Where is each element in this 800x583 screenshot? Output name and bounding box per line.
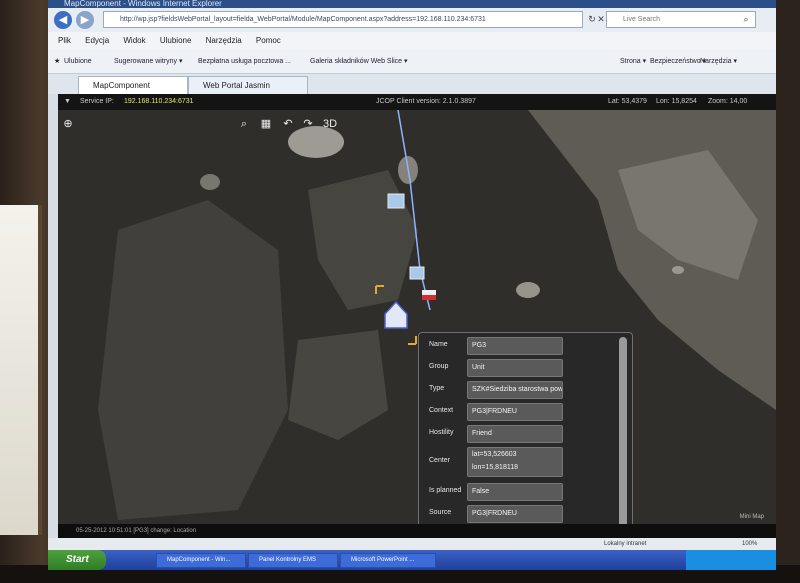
back-button[interactable]: ◀ xyxy=(54,11,72,29)
map-application: ▼ Service IP: 192.168.110.234:6731 JCOP … xyxy=(58,94,776,524)
tab-bar: MapComponent Web Portal Jasmin xyxy=(48,74,776,94)
app-header: ▼ Service IP: 192.168.110.234:6731 JCOP … xyxy=(58,94,776,110)
context-value[interactable]: PG3|FRDNEU xyxy=(467,403,563,421)
lon-readout: Lon: 15,8254 xyxy=(656,98,697,105)
tab-mapcomponent[interactable]: MapComponent xyxy=(78,76,188,94)
group-value[interactable]: Unit xyxy=(467,359,563,377)
is-planned-value[interactable]: False xyxy=(467,483,563,501)
zoom-level[interactable]: 100% xyxy=(742,538,757,550)
task-panel-ems[interactable]: Panel Kontrolny EMS xyxy=(248,553,338,568)
info-row-name: Name PG3 xyxy=(419,337,619,357)
favorites-star-icon[interactable]: ★ xyxy=(54,50,60,74)
favorites-bar: ★ Ulubione Sugerowane witryny ▾ Bezpłatn… xyxy=(48,50,776,74)
client-version: JCOP Client version: 2.1.0.3897 xyxy=(376,98,476,105)
address-bar: ◀ ▶ http://wp.jsp?fieldsWebPortal_layout… xyxy=(48,8,776,32)
zone-label: Lokalny intranet xyxy=(604,541,647,547)
fav-suggested-sites[interactable]: Sugerowane witryny ▾ xyxy=(114,50,183,74)
tab-label: MapComponent xyxy=(93,81,150,90)
info-row-context: Context PG3|FRDNEU xyxy=(419,403,619,423)
app-status-line: 05-25-2012 10:51:01 [PG3] change: Locati… xyxy=(58,524,776,538)
rotate-right-icon[interactable]: ↷ xyxy=(300,116,316,132)
start-button[interactable]: Start xyxy=(48,550,106,570)
window-titlebar: MapComponent - Windows Internet Explorer xyxy=(48,0,776,8)
zoom-in-icon[interactable]: ⊕ xyxy=(60,116,76,132)
url-input[interactable]: http://wp.jsp?fieldsWebPortal_layout=fie… xyxy=(103,11,583,28)
service-ip-value: 192.168.110.234:6731 xyxy=(124,98,194,105)
tab-web-portal[interactable]: Web Portal Jasmin xyxy=(188,76,308,94)
projected-screen: MapComponent - Windows Internet Explorer… xyxy=(48,0,776,570)
fav-web-slice[interactable]: Galeria składników Web Slice ▾ xyxy=(310,50,408,74)
center-value[interactable]: lat=53,526603 lon=15,818118 xyxy=(467,447,563,477)
forward-button[interactable]: ▶ xyxy=(76,11,94,29)
browser-status-bar: Lokalny intranet 100% xyxy=(48,538,776,550)
info-row-hostility: Hostility Friend xyxy=(419,425,619,445)
hostility-value[interactable]: Friend xyxy=(467,425,563,443)
name-value[interactable]: PG3 xyxy=(467,337,563,355)
safety-menu[interactable]: Bezpieczeństwo ▾ xyxy=(650,50,706,74)
info-row-type: Type SZK#Siedziba starostwa powi xyxy=(419,381,619,401)
3d-toggle-button[interactable]: 3D xyxy=(320,116,340,132)
zoom-search-icon[interactable]: ⌕ xyxy=(236,116,252,132)
menu-item-tools[interactable]: Narzędzia xyxy=(206,36,242,45)
menu-item-file[interactable]: Plik xyxy=(58,36,71,45)
source-value[interactable]: PG3|FRDNEU xyxy=(467,505,563,523)
type-value[interactable]: SZK#Siedziba starostwa powi xyxy=(467,381,563,399)
status-log: 05-25-2012 10:51:01 [PG3] change: Locati… xyxy=(76,528,197,534)
room-window xyxy=(0,205,42,535)
fav-free-mail[interactable]: Bezpłatna usługa pocztowa ... xyxy=(198,50,291,74)
info-row-is-planned: Is planned False xyxy=(419,483,619,503)
tab-label: Web Portal Jasmin xyxy=(203,81,270,90)
menu-item-favorites[interactable]: Ulubione xyxy=(160,36,192,45)
info-scrollbar[interactable] xyxy=(619,337,627,524)
menu-item-view[interactable]: Widok xyxy=(123,36,145,45)
task-mapcomponent[interactable]: MapComponent - Win... xyxy=(156,553,246,568)
window-title: MapComponent - Windows Internet Explorer xyxy=(64,0,222,8)
info-row-source: Source PG3|FRDNEU xyxy=(419,505,619,524)
page-menu[interactable]: Strona ▾ xyxy=(620,50,646,74)
windows-taskbar: Start MapComponent - Win... Panel Kontro… xyxy=(48,550,776,570)
mini-map-label[interactable]: Mini Map xyxy=(740,514,764,520)
unit-info-panel: Name PG3 Group Unit Type SZK#Siedziba st… xyxy=(418,332,633,524)
filter-icon[interactable]: ▼ xyxy=(64,94,71,110)
map-imagery xyxy=(58,110,776,524)
favorites-button[interactable]: Ulubione xyxy=(64,50,92,74)
service-ip-label: Service IP: xyxy=(80,98,114,105)
system-tray xyxy=(686,550,776,570)
satellite-map[interactable]: ⊕ ⌕ ▦ ↶ ↷ 3D Name PG3 Group Unit Type SZ… xyxy=(58,110,776,524)
info-row-group: Group Unit xyxy=(419,359,619,379)
layers-icon[interactable]: ▦ xyxy=(258,116,274,132)
info-row-center: Center lat=53,526603 lon=15,818118 xyxy=(419,447,619,479)
zoom-readout: Zoom: 14,00 xyxy=(708,98,748,105)
menu-bar: Plik Edycja Widok Ulubione Narzędzia Pom… xyxy=(48,32,776,50)
task-powerpoint[interactable]: Microsoft PowerPoint ... xyxy=(340,553,436,568)
tools-menu[interactable]: Narzędzia ▾ xyxy=(700,50,737,74)
search-input[interactable]: Live Search xyxy=(606,11,756,28)
menu-item-edit[interactable]: Edycja xyxy=(85,36,109,45)
rotate-left-icon[interactable]: ↶ xyxy=(280,116,296,132)
search-icon[interactable]: ⌕ xyxy=(740,13,752,25)
lat-readout: Lat: 53,4379 xyxy=(608,98,647,105)
menu-item-help[interactable]: Pomoc xyxy=(256,36,281,45)
